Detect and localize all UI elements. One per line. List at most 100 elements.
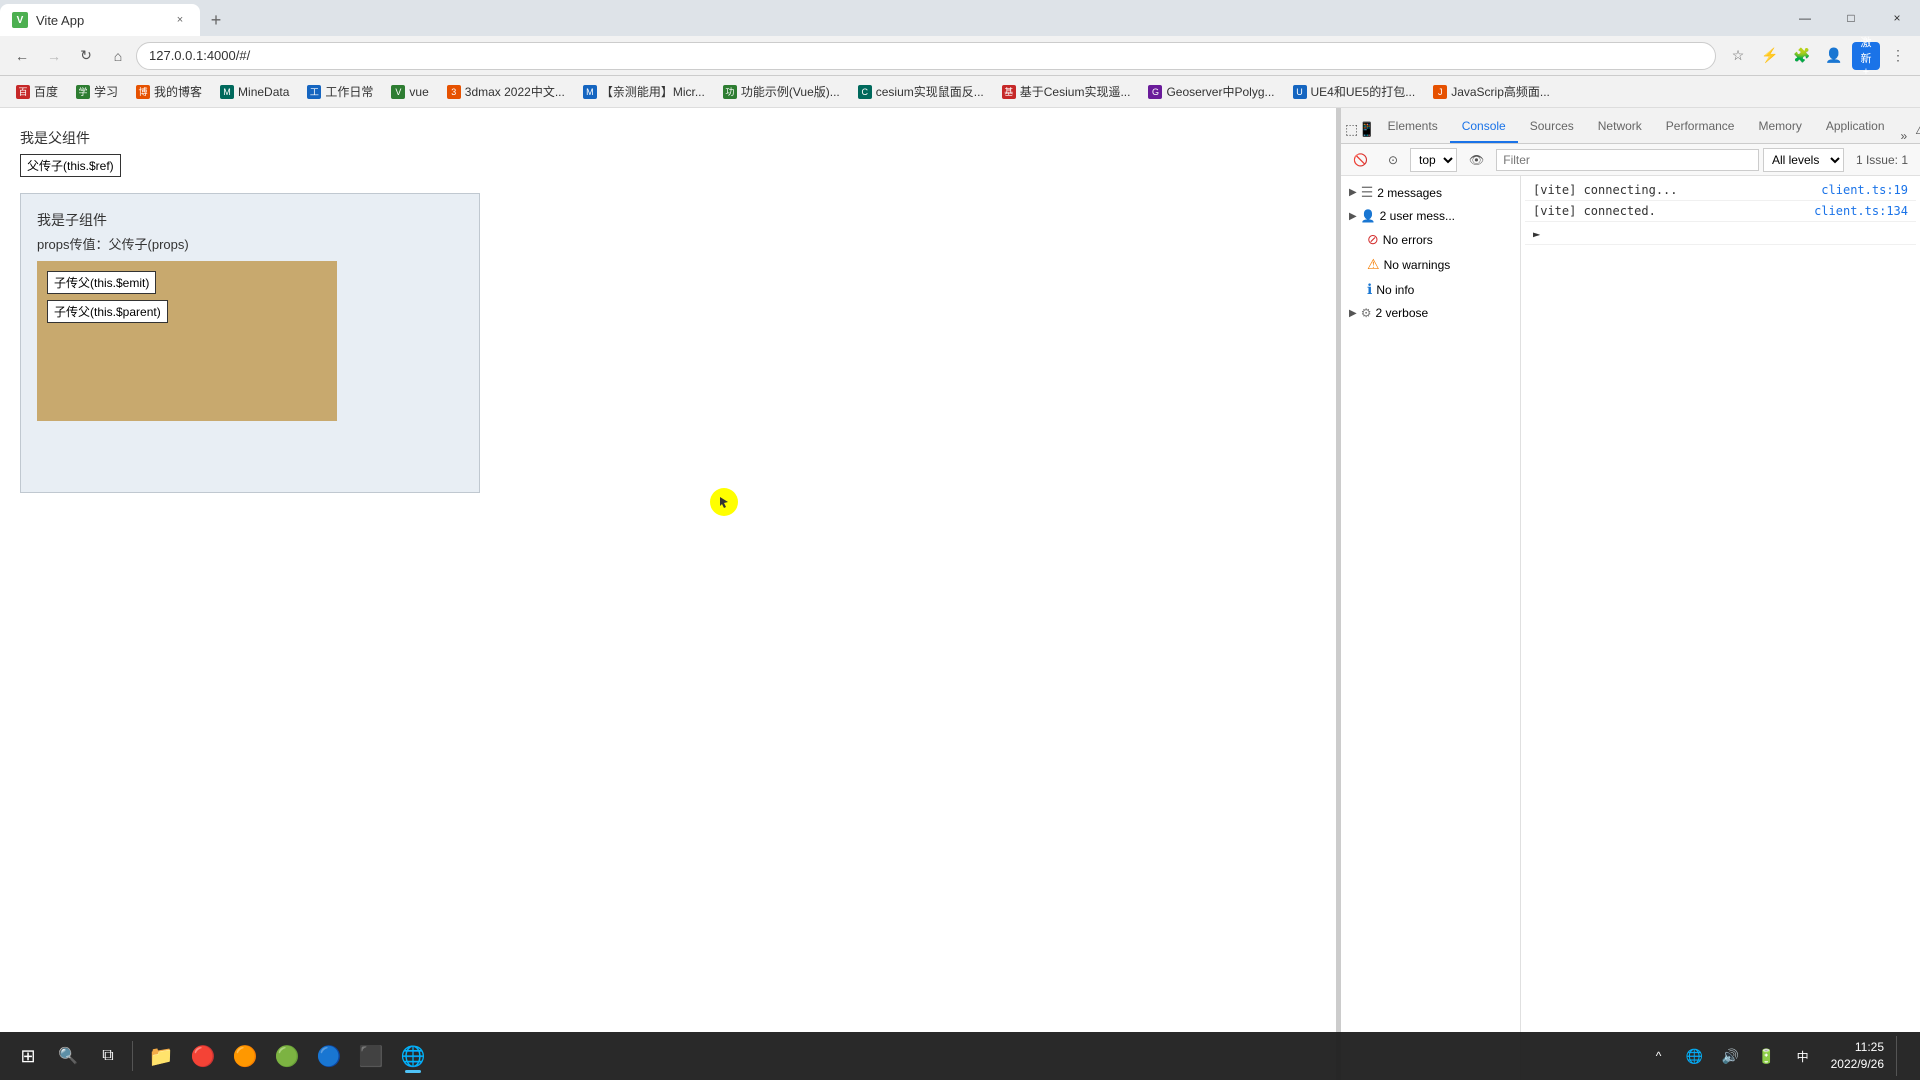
chevron-up-icon: ^ [1656,1049,1662,1063]
taskbar-app-1[interactable]: 🔴 [183,1036,223,1076]
file-explorer-icon: 📁 [149,1044,174,1069]
bookmark-icon: 博 [136,85,150,99]
taskbar-taskview-button[interactable]: ⧉ [88,1036,128,1076]
devtools-more-tabs-button[interactable]: » [1897,129,1912,143]
taskbar-app-4[interactable]: 🔵 [309,1036,349,1076]
console-prompt-row: ► [1525,222,1916,245]
new-tab-button[interactable]: + [200,4,232,36]
home-button[interactable]: ⌂ [104,42,132,70]
close-button[interactable]: × [1874,0,1920,36]
devtools-body: ▶ ☰ 2 messages ▶ 👤 2 user mess... ⊘ No e… [1341,176,1920,1080]
bookmark-item[interactable]: M MineData [212,80,297,104]
sidebar-item-user-messages[interactable]: ▶ 👤 2 user mess... [1341,205,1520,227]
bookmark-item[interactable]: 博 我的博客 [128,80,210,104]
bookmark-item[interactable]: M 【亲测能用】Micr... [575,80,713,104]
bookmark-item[interactable]: 基 基于Cesium实现遥... [994,80,1139,104]
tab-close-button[interactable]: × [172,12,188,28]
child-props-label: props传值：父传子(props) [37,234,463,253]
taskbar-app-chrome[interactable]: 🌐 [393,1036,433,1076]
tab-memory[interactable]: Memory [1746,111,1813,143]
tab-sources[interactable]: Sources [1518,111,1586,143]
bookmark-item[interactable]: G Geoserver中Polyg... [1140,80,1282,104]
child-parent-button[interactable]: 子传父(this.$parent) [47,300,168,323]
devtools-inspect-button[interactable]: ⬚ [1345,115,1358,143]
warnings-icon: ⚠ [1367,256,1380,273]
tray-battery-icon[interactable]: 🔋 [1751,1040,1783,1072]
devtools-console-errors-button[interactable]: ⚠1 [1911,115,1920,143]
tab-console[interactable]: Console [1450,111,1518,143]
bookmark-label: MineData [238,85,289,99]
profile-button[interactable]: 👤 [1820,42,1848,70]
log-source-link[interactable]: client.ts:19 [1821,183,1908,197]
bookmark-item[interactable]: 功 功能示例(Vue版)... [715,80,848,104]
reload-button[interactable]: ↻ [72,42,100,70]
new-feature-button[interactable]: 激新+ [1852,42,1880,70]
tab-network[interactable]: Network [1586,111,1654,143]
sidebar-item-messages[interactable]: ▶ ☰ 2 messages [1341,180,1520,205]
taskbar-app-5[interactable]: ⬛ [351,1036,391,1076]
sidebar-item-warnings[interactable]: ⚠ No warnings [1341,252,1520,277]
tray-network-icon[interactable]: 🌐 [1679,1040,1711,1072]
sidebar-item-verbose[interactable]: ▶ ⚙ 2 verbose [1341,302,1520,324]
log-text: [vite] connecting... [1533,183,1817,197]
bookmark-item[interactable]: C cesium实现鼠面反... [850,80,992,104]
sidebar-item-info[interactable]: ℹ No info [1341,277,1520,302]
bookmark-icon: C [858,85,872,99]
back-button[interactable]: ← [8,42,36,70]
tab-title: Vite App [36,13,164,28]
bookmark-item[interactable]: 学 学习 [68,80,126,104]
tab-application[interactable]: Application [1814,111,1897,143]
minimize-button[interactable]: — [1782,0,1828,36]
address-right-icons: ☆ ⚡ 🧩 👤 激新+ ⋮ [1724,42,1912,70]
console-level-select[interactable]: All levels Verbose Info Warnings Errors [1763,148,1844,172]
taskbar-app-3[interactable]: 🟢 [267,1036,307,1076]
taskbar-app-file-explorer[interactable]: 📁 [141,1036,181,1076]
ime-icon: 中 [1797,1048,1809,1065]
bookmark-item[interactable]: V vue [383,80,436,104]
system-clock[interactable]: 11:25 2022/9/26 [1823,1039,1892,1073]
bookmark-item[interactable]: 3 3dmax 2022中文... [439,80,573,104]
tab-performance[interactable]: Performance [1654,111,1747,143]
active-tab[interactable]: V Vite App × [0,4,200,36]
taskbar-start-button[interactable]: ⊞ [8,1036,48,1076]
parent-ref-button[interactable]: 父传子(this.$ref) [20,154,121,177]
show-desktop-button[interactable] [1896,1036,1904,1076]
bookmark-item[interactable]: 百 百度 [8,80,66,104]
log-source-link[interactable]: client.ts:134 [1814,204,1908,218]
tray-ime-icon[interactable]: 中 [1787,1040,1819,1072]
maximize-button[interactable]: □ [1828,0,1874,36]
main-area: 我是父组件 父传子(this.$ref) 我是子组件 props传值：父传子(p… [0,108,1920,1080]
taskbar: ⊞ 🔍 ⧉ 📁 🔴 🟠 🟢 🔵 ⬛ [0,1032,1920,1080]
console-filter-button[interactable]: ⊙ [1380,148,1406,172]
tab-elements[interactable]: Elements [1376,111,1450,143]
devtools-device-button[interactable]: 📱 [1358,115,1375,143]
console-prompt-arrow: ► [1533,227,1540,241]
bookmark-item[interactable]: J JavaScrip高频面... [1425,80,1558,104]
verbose-count-label: 2 verbose [1375,306,1428,320]
extensions-button[interactable]: 🧩 [1788,42,1816,70]
user-messages-icon: 👤 [1361,209,1376,223]
tray-volume-icon[interactable]: 🔊 [1715,1040,1747,1072]
address-input[interactable] [136,42,1716,70]
console-context-select[interactable]: top [1410,148,1457,172]
forward-button[interactable]: → [40,42,68,70]
bookmark-item[interactable]: U UE4和UE5的打包... [1285,80,1424,104]
tray-show-hidden-button[interactable]: ^ [1643,1040,1675,1072]
child-emit-button[interactable]: 子传父(this.$emit) [47,271,156,294]
bookmark-star-button[interactable]: ☆ [1724,42,1752,70]
sidebar-item-errors[interactable]: ⊘ No errors [1341,227,1520,252]
taskbar-search-button[interactable]: 🔍 [48,1036,88,1076]
taskbar-apps: 📁 🔴 🟠 🟢 🔵 ⬛ 🌐 [141,1036,433,1076]
menu-button[interactable]: ⋮ [1884,42,1912,70]
bookmark-item[interactable]: 工 工作日常 [299,80,381,104]
console-filter-input[interactable] [1496,149,1759,171]
console-clear-button[interactable]: 🚫 [1345,148,1376,172]
devtools-panel: ⬚ 📱 Elements Console Sources Network Per… [1340,108,1920,1080]
devtools-tabs: ⬚ 📱 Elements Console Sources Network Per… [1341,108,1920,144]
performance-button[interactable]: ⚡ [1756,42,1784,70]
browser-window: V Vite App × + — □ × ← → ↻ ⌂ ☆ ⚡ 🧩 👤 激新+… [0,0,1920,1080]
taskbar-app-2[interactable]: 🟠 [225,1036,265,1076]
volume-icon: 🔊 [1722,1048,1739,1065]
app5-icon: ⬛ [359,1044,384,1069]
console-eye-button[interactable]: 👁 [1461,148,1492,172]
